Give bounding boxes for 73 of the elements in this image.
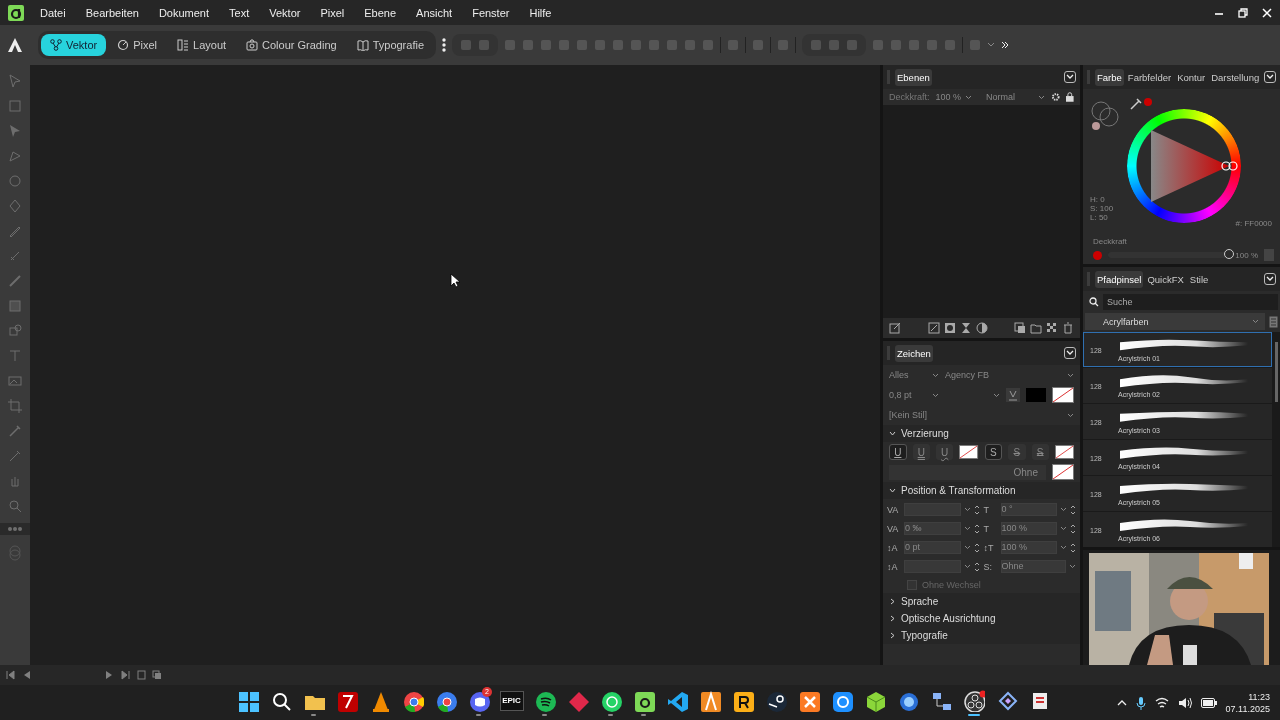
section-header[interactable]: Sprache — [883, 593, 1080, 610]
font-dropdown[interactable]: Agency FB — [945, 370, 1074, 380]
panel-tab[interactable]: Stile — [1187, 270, 1211, 288]
field-symbol: S: — [983, 561, 993, 572]
menu-item[interactable]: Ansicht — [416, 6, 453, 19]
field-symbol: ↕T — [983, 542, 995, 553]
opacity-field[interactable]: 100 % — [935, 92, 973, 102]
section-title: Position & Transformation — [901, 485, 1016, 496]
strikethrough-button[interactable]: S — [1031, 444, 1049, 460]
input-field[interactable]: 0 pt — [904, 541, 961, 554]
menu-item[interactable]: Dokument — [158, 6, 210, 19]
persona-tab[interactable]: Layout — [168, 34, 236, 56]
input-field[interactable]: 100 % — [1000, 522, 1057, 535]
scope-dropdown[interactable]: Alles — [889, 370, 939, 380]
menu-item[interactable]: Fenster — [472, 6, 510, 19]
opacity-value: 100 % — [1235, 250, 1258, 260]
underline-button[interactable]: U — [912, 444, 930, 460]
section-title: Optische Ausrichtung — [901, 613, 996, 624]
panel-tab[interactable]: Farbfelder — [1125, 68, 1174, 86]
opacity-label: Deckkraft: — [889, 92, 930, 102]
panel-tab[interactable]: QuickFX — [1145, 270, 1186, 288]
hsl-value: H: 0 — [1090, 195, 1106, 204]
opacity-label: Deckkraft — [1093, 237, 1127, 246]
search-field[interactable]: Suche — [1103, 294, 1278, 310]
font-size-field[interactable]: 0,8 pt — [889, 390, 939, 400]
strikethrough-button[interactable]: S — [1008, 444, 1026, 460]
blend-mode-dropdown[interactable]: Normal — [986, 92, 1045, 102]
menu-item[interactable]: Datei — [40, 6, 66, 19]
menu-item[interactable]: Text — [229, 6, 250, 19]
section-title: Typografie — [901, 630, 948, 641]
menu-item[interactable]: Ebene — [364, 6, 397, 19]
style-dropdown[interactable]: [Kein Stil] — [889, 410, 1074, 420]
persona-tab[interactable]: Pixel — [108, 34, 167, 56]
section-header[interactable]: Optische Ausrichtung — [883, 610, 1080, 627]
strikethrough-button[interactable]: S — [984, 444, 1003, 460]
persona-tab[interactable]: Typografie — [347, 34, 434, 56]
category-dropdown[interactable]: Acrylfarben — [1085, 313, 1265, 330]
menu-item[interactable]: Hilfe — [529, 6, 552, 19]
menu-item[interactable]: Bearbeiten — [85, 6, 139, 19]
panel-tab[interactable]: Darstellung — [1209, 68, 1262, 86]
field-symbol: T — [983, 523, 990, 534]
section-header[interactable]: Typografie — [883, 627, 1080, 644]
input-field[interactable]: 100 % — [1000, 541, 1057, 554]
fill-dropdown[interactable]: Ohne — [889, 464, 1046, 480]
section-header[interactable]: Verzierung — [883, 425, 1080, 442]
menu-item[interactable]: Pixel — [320, 6, 345, 19]
panel-tab[interactable]: Zeichen — [895, 344, 933, 362]
panel-tab[interactable]: Pfadpinsel — [1095, 270, 1144, 288]
field-symbol: VA — [887, 523, 900, 534]
underline-button[interactable]: U — [889, 444, 907, 460]
section-header[interactable]: Position & Transformation — [883, 482, 1080, 499]
input-field[interactable]: 0 ° — [1000, 503, 1057, 516]
section-title: Sprache — [901, 596, 939, 607]
underline-button[interactable]: U — [936, 444, 954, 460]
section-title: Verzierung — [901, 428, 949, 439]
persona-tab[interactable]: Vektor — [41, 34, 107, 56]
panel-tab[interactable]: Farbe — [1095, 68, 1124, 86]
panel-tab[interactable]: Ebenen — [895, 68, 932, 86]
panel-tab[interactable]: Kontur — [1175, 68, 1208, 86]
hsl-value: S: 100 — [1090, 204, 1114, 213]
menu-item[interactable]: Vektor — [269, 6, 301, 19]
hsl-value: L: 50 — [1090, 213, 1109, 222]
field-symbol: VA — [887, 504, 900, 515]
clock-time[interactable]: 11:23 — [1248, 691, 1270, 702]
field-symbol: ↕A — [887, 542, 899, 553]
input-field[interactable]: 0 ‰ — [904, 522, 961, 535]
field-symbol: ↕A — [887, 561, 899, 572]
clock-date[interactable]: 07.11.2025 — [1225, 703, 1270, 714]
hex-value[interactable]: #: FF0000 — [1235, 219, 1272, 228]
app-icon[interactable]: EPIC — [499, 690, 524, 711]
category-label: Acrylfarben — [1103, 316, 1149, 327]
persona-tab[interactable]: Colour Grading — [237, 34, 346, 56]
field-symbol: T — [983, 504, 990, 515]
